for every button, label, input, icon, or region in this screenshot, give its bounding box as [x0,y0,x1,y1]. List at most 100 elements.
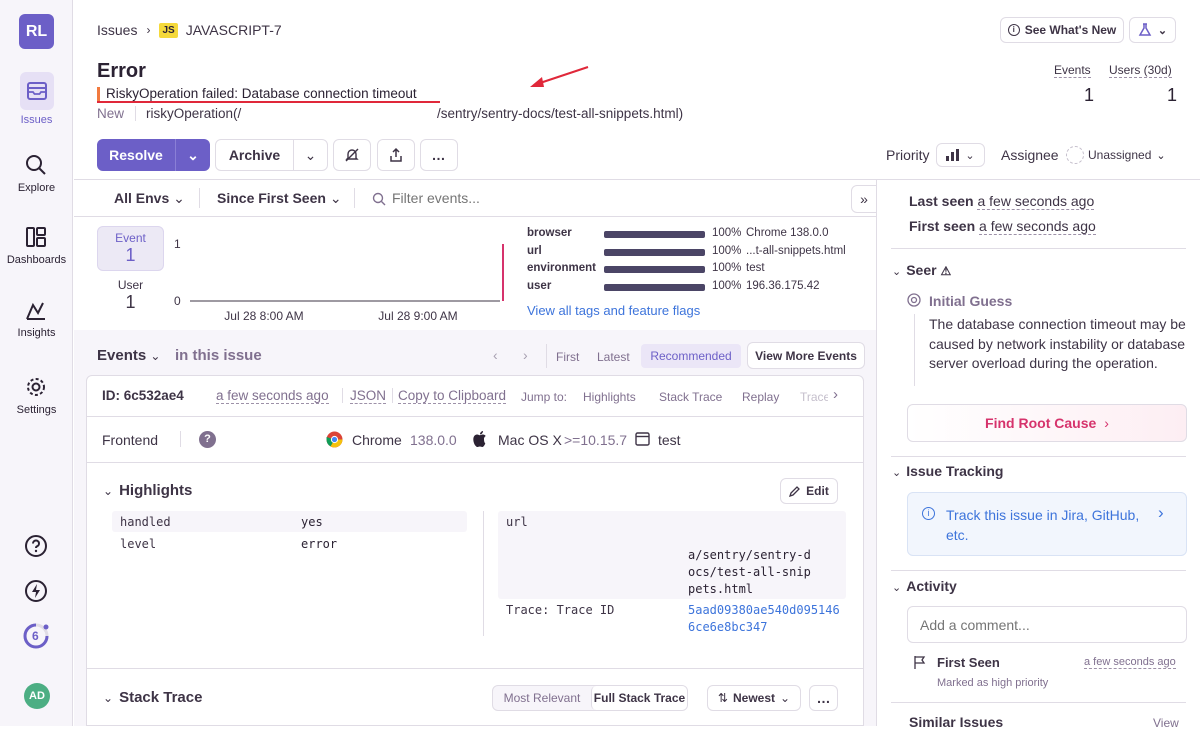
chevron-down-icon: ⌄ [1156,149,1166,162]
view-all-tags-link[interactable]: View all tags and feature flags [527,303,700,318]
user-avatar[interactable]: AD [24,683,50,709]
jump-stack-trace[interactable]: Stack Trace [659,390,722,404]
jump-replay[interactable]: Replay [742,390,779,404]
mute-button[interactable] [333,139,371,171]
flag-icon [914,656,926,669]
priority-label: Priority [886,147,930,163]
sidebar-item-label: Insights [17,327,56,339]
flask-icon [1138,23,1152,36]
window-icon [635,432,650,446]
more-actions-button[interactable]: … [420,139,458,171]
tag-key[interactable]: user [527,280,551,292]
prev-event-icon[interactable]: ‹ [493,347,498,363]
tag-bar[interactable] [604,231,705,238]
similar-issues-header[interactable]: Similar Issues [909,714,1003,730]
jump-to-label: Jump to: [521,390,568,404]
divider [392,388,393,403]
sidebar-item-explore[interactable]: Explore [0,152,73,194]
tag-percent: 100% [712,244,742,257]
sort-dropdown[interactable]: ⇅ Newest ⌄ [707,685,801,711]
env-filter[interactable]: All Envs ⌄ [114,190,185,207]
collapse-sidebar-button[interactable]: » [851,185,877,213]
highlight-value: error [301,537,338,551]
users-stat-label[interactable]: Users (30d) [1109,63,1172,78]
bell-off-icon [345,148,359,162]
json-link[interactable]: JSON [350,388,387,404]
track-issue-link[interactable]: Track this issue in Jira, GitHub, etc. [946,505,1146,545]
tag-bar[interactable] [604,248,705,256]
archive-button[interactable]: Archive ⌄ [215,139,328,171]
sort-icon: ⇅ [717,691,728,705]
stack-trace-header[interactable]: ⌄ Stack Trace [103,689,202,706]
chevron-right-icon[interactable]: › [833,386,838,403]
issue-location-prefix: riskyOperation(/ [146,106,242,121]
org-avatar[interactable]: RL [19,14,54,49]
chart-legend-event[interactable]: Event 1 [97,226,164,271]
highlights-header[interactable]: ⌄ Highlights [103,482,192,499]
edit-highlights-button[interactable]: Edit [780,478,838,504]
seer-header[interactable]: ⌄ Seer ⚠ [892,262,951,278]
sidebar-item-dashboards[interactable]: Dashboards [0,224,73,266]
assignee-dropdown[interactable]: Unassigned ⌄ [1066,145,1176,165]
tag-value: 196.36.175.42 [746,279,820,292]
tag-percent: 100% [712,262,742,274]
resolve-label: Resolve [109,147,163,163]
full-stack-trace-tab[interactable]: Full Stack Trace [591,686,687,710]
priority-dropdown[interactable]: ⌄ [936,143,985,167]
events-stat-label[interactable]: Events [1054,63,1091,78]
similar-view-link[interactable]: View [1153,716,1179,730]
whats-new-icon[interactable] [22,577,50,605]
tag-key[interactable]: environment [527,262,596,274]
events-dropdown[interactable]: Events ⌄ [97,347,160,364]
jump-highlights[interactable]: Highlights [583,390,636,404]
issue-tracking-header[interactable]: ⌄ Issue Tracking [892,463,1004,479]
onboarding-icon[interactable]: 6 [22,622,50,650]
first-event-button[interactable]: First [556,350,579,364]
find-root-cause-button[interactable]: Find Root Cause › [907,404,1187,442]
chevron-down-icon[interactable]: ⌄ [294,147,327,164]
feature-flask-button[interactable]: ⌄ [1129,17,1176,43]
resolve-button[interactable]: Resolve ⌄ [97,139,210,171]
see-whats-new-button[interactable]: i See What's New [1000,17,1124,43]
chevron-down-icon: ⌄ [1157,24,1168,37]
stack-more-button[interactable]: … [809,685,838,711]
most-relevant-tab[interactable]: Most Relevant [493,686,591,710]
tag-bar[interactable] [604,266,705,273]
share-button[interactable] [377,139,415,171]
help-icon[interactable] [22,532,50,560]
priority-bars-icon [946,149,960,161]
divider [891,570,1186,571]
jump-trace[interactable]: Trace [800,390,828,404]
view-more-events-button[interactable]: View More Events [747,342,865,369]
browser-name: Chrome [352,432,402,448]
chevron-down-icon[interactable]: ⌄ [176,147,210,164]
copy-to-clipboard-link[interactable]: Copy to Clipboard [398,388,507,404]
comment-input[interactable] [907,606,1187,643]
sidebar-item-settings[interactable]: Settings [0,374,73,416]
sidebar-item-insights[interactable]: Insights [0,297,73,339]
breadcrumb-issues[interactable]: Issues [97,22,137,38]
chevron-right-icon: › [1158,503,1164,522]
next-event-icon[interactable]: › [523,347,528,363]
divider [546,344,547,368]
event-bar[interactable] [502,244,504,301]
tag-key[interactable]: url [527,245,542,257]
chevron-down-icon: ⌄ [892,266,902,278]
tag-bar[interactable] [604,283,705,291]
recommended-event-button[interactable]: Recommended [641,344,741,368]
issue-location-suffix: /sentry/sentry-docs/test-all-snippets.ht… [437,106,684,121]
sidebar-item-issues[interactable]: Issues [0,72,73,126]
environment-value: test [658,432,681,448]
activity-header[interactable]: ⌄ Activity [892,578,957,594]
event-search-input[interactable] [392,186,832,210]
breadcrumb-issue-id[interactable]: JAVASCRIPT-7 [186,22,282,38]
track-issue-box[interactable]: i Track this issue in Jira, GitHub, etc.… [907,492,1187,556]
latest-event-button[interactable]: Latest [597,350,630,364]
tag-key[interactable]: browser [527,227,572,239]
since-filter[interactable]: Since First Seen ⌄ [217,190,342,207]
tag-value: Chrome 138.0.0 [746,227,829,239]
trace-id-link[interactable]: 5aad09380ae540d0951466ce6e8bc347 [688,602,842,636]
highlight-value: a/sentry/sentry-docs/test-all-snippets.h… [688,548,811,596]
chart-legend-user[interactable]: User 1 [97,278,164,318]
highlight-key: level [120,537,157,551]
